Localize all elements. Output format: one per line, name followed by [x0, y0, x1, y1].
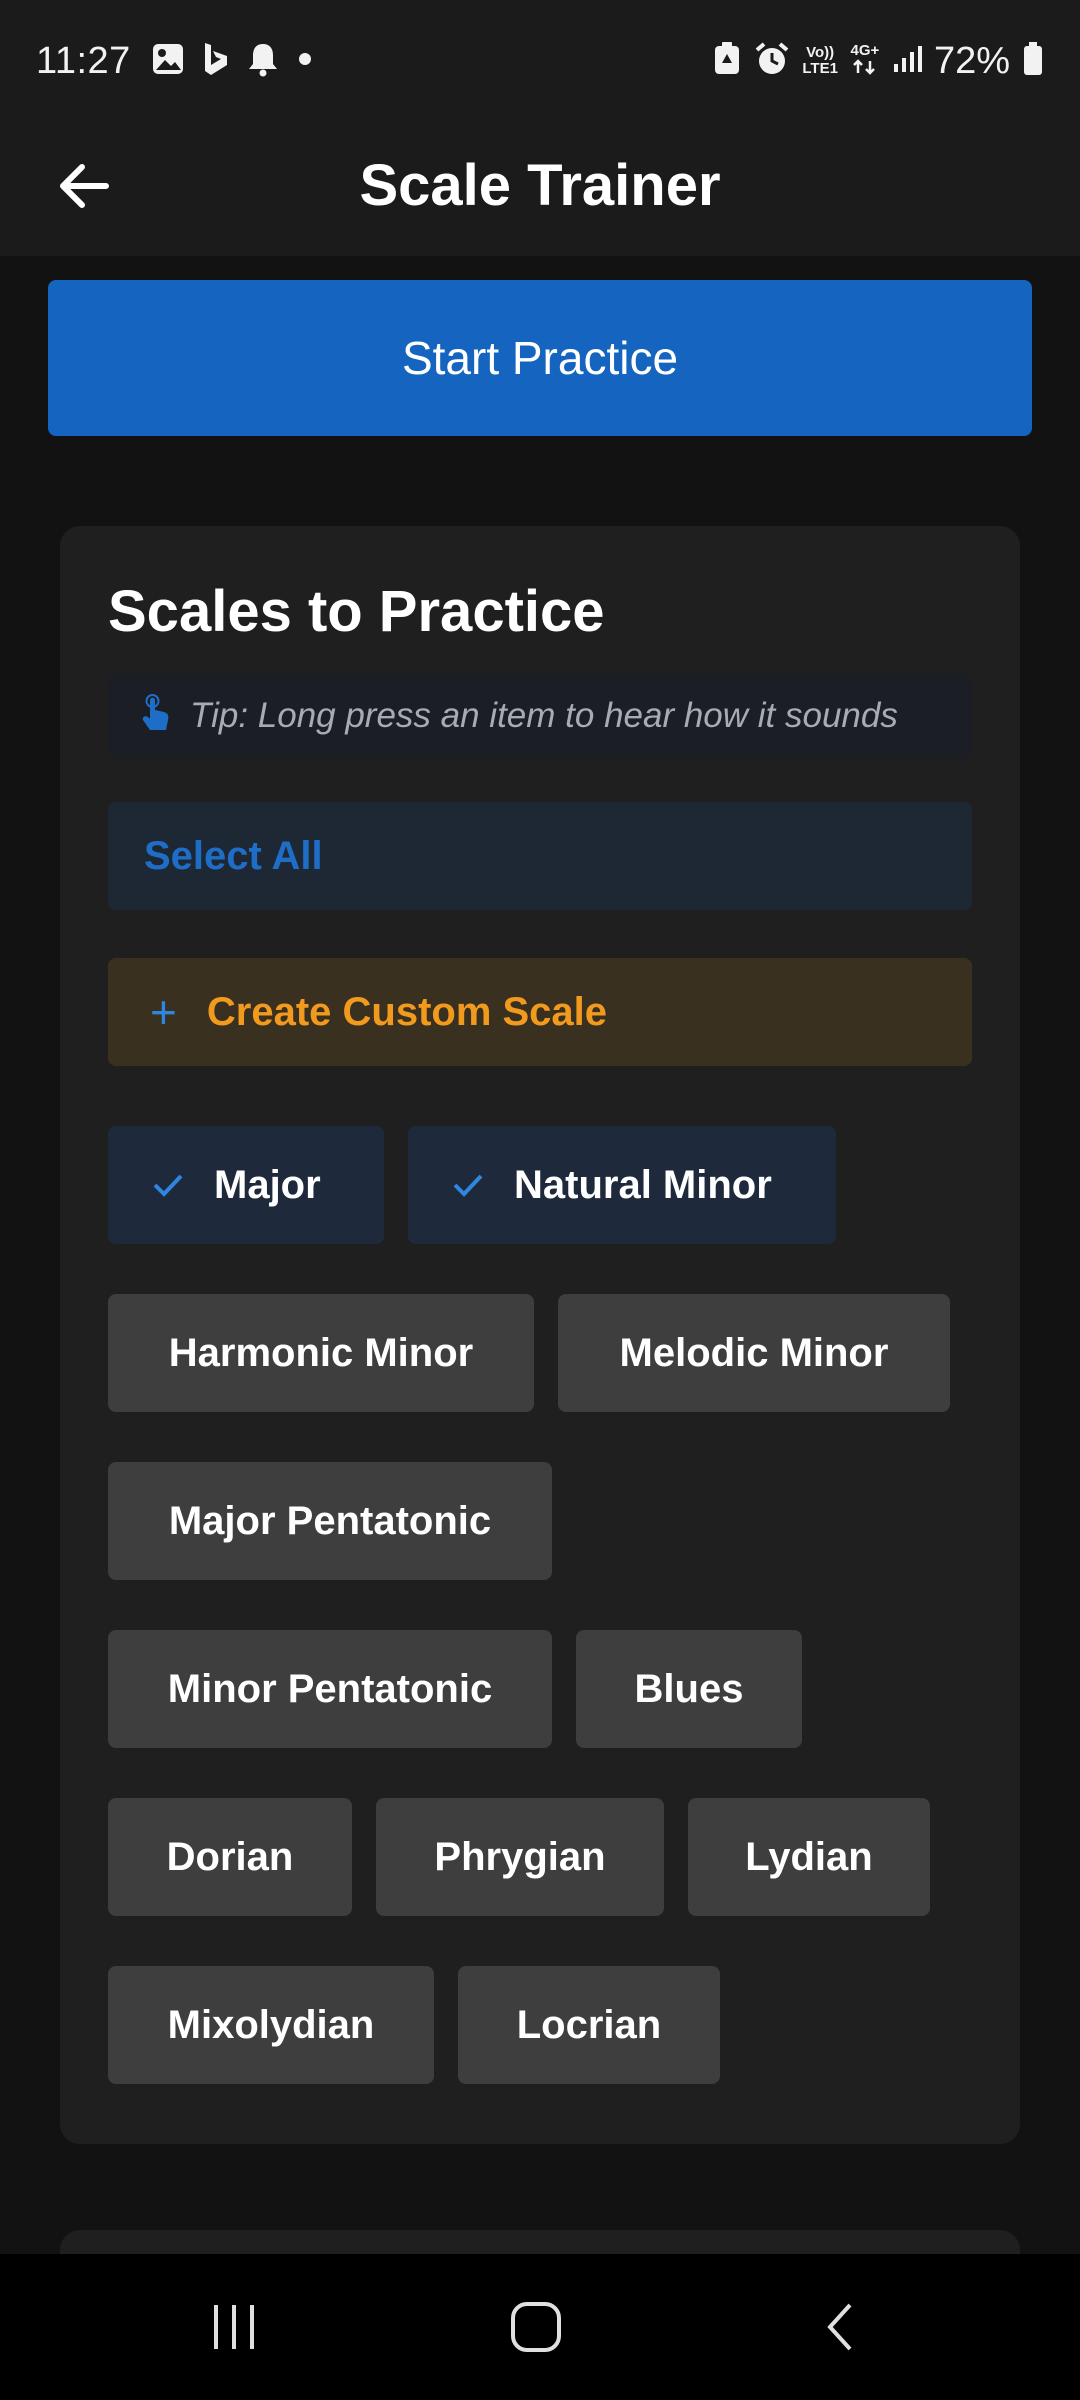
signal-icon [892, 44, 922, 79]
status-right-icons: Vo)) LTE1 4G+ 72% [712, 40, 1044, 83]
bell-icon [247, 41, 279, 82]
gallery-icon [151, 42, 185, 81]
navigation-bar [0, 2254, 1080, 2400]
dot-icon [295, 49, 315, 74]
volte-icon: Vo)) LTE1 [802, 44, 838, 77]
card-title: Scales to Practice [108, 579, 605, 644]
status-time: 11:27 [36, 39, 131, 82]
tip-text: Tip: Long press an item to hear how it s… [190, 696, 898, 735]
check-icon [152, 1171, 184, 1199]
tip-box: Tip: Long press an item to hear how it s… [108, 674, 972, 758]
scale-chip-major-pentatonic[interactable]: Major Pentatonic [108, 1462, 552, 1580]
touch-icon [138, 693, 172, 739]
chevron-left-icon [820, 2299, 860, 2360]
back-nav-button[interactable] [800, 2294, 880, 2364]
home-icon [508, 2299, 564, 2360]
scale-chip-locrian[interactable]: Locrian [458, 1966, 720, 2084]
status-bar: 11:27 Vo)) LTE1 4G+ 72% [0, 0, 1080, 122]
screen: 11:27 Vo)) LTE1 4G+ 72% Scale Trainer St… [0, 0, 1080, 2400]
scale-chip-mixolydian[interactable]: Mixolydian [108, 1966, 434, 2084]
scales-card: Scales to Practice Tip: Long press an it… [60, 526, 1020, 2144]
plus-icon: + [150, 986, 177, 1038]
battery-percent: 72% [933, 39, 1010, 82]
scale-chip-label: Natural Minor [514, 1162, 772, 1207]
scale-chip-melodic-minor[interactable]: Melodic Minor [558, 1294, 950, 1412]
scale-chip-dorian[interactable]: Dorian [108, 1798, 352, 1916]
bing-icon [201, 41, 231, 82]
check-icon [452, 1171, 484, 1199]
scale-chip-minor-pentatonic[interactable]: Minor Pentatonic [108, 1630, 552, 1748]
page-title: Scale Trainer [359, 153, 721, 218]
recent-apps-icon [208, 2301, 260, 2358]
create-custom-scale-label: Create Custom Scale [206, 989, 608, 1034]
home-button[interactable] [496, 2294, 576, 2364]
app-bar: Scale Trainer [0, 122, 1080, 256]
scale-chip-lydian[interactable]: Lydian [688, 1798, 930, 1916]
alarm-icon [754, 41, 790, 82]
scale-chip-harmonic-minor[interactable]: Harmonic Minor [108, 1294, 534, 1412]
network-4g-icon: 4G+ [850, 42, 880, 80]
battery-icon [1022, 41, 1044, 82]
notification-icons [151, 41, 315, 82]
create-custom-scale-button[interactable]: + Create Custom Scale [108, 958, 972, 1066]
start-practice-button[interactable]: Start Practice [48, 280, 1032, 436]
recent-apps-button[interactable] [194, 2294, 274, 2364]
select-all-button[interactable]: Select All [108, 802, 972, 910]
scale-chip-label: Major [214, 1162, 321, 1207]
scale-chip-blues[interactable]: Blues [576, 1630, 802, 1748]
scale-chip-phrygian[interactable]: Phrygian [376, 1798, 664, 1916]
scale-chip-major[interactable]: Major [108, 1126, 384, 1244]
battery-saver-icon [712, 41, 742, 82]
scale-chip-natural-minor[interactable]: Natural Minor [408, 1126, 836, 1244]
